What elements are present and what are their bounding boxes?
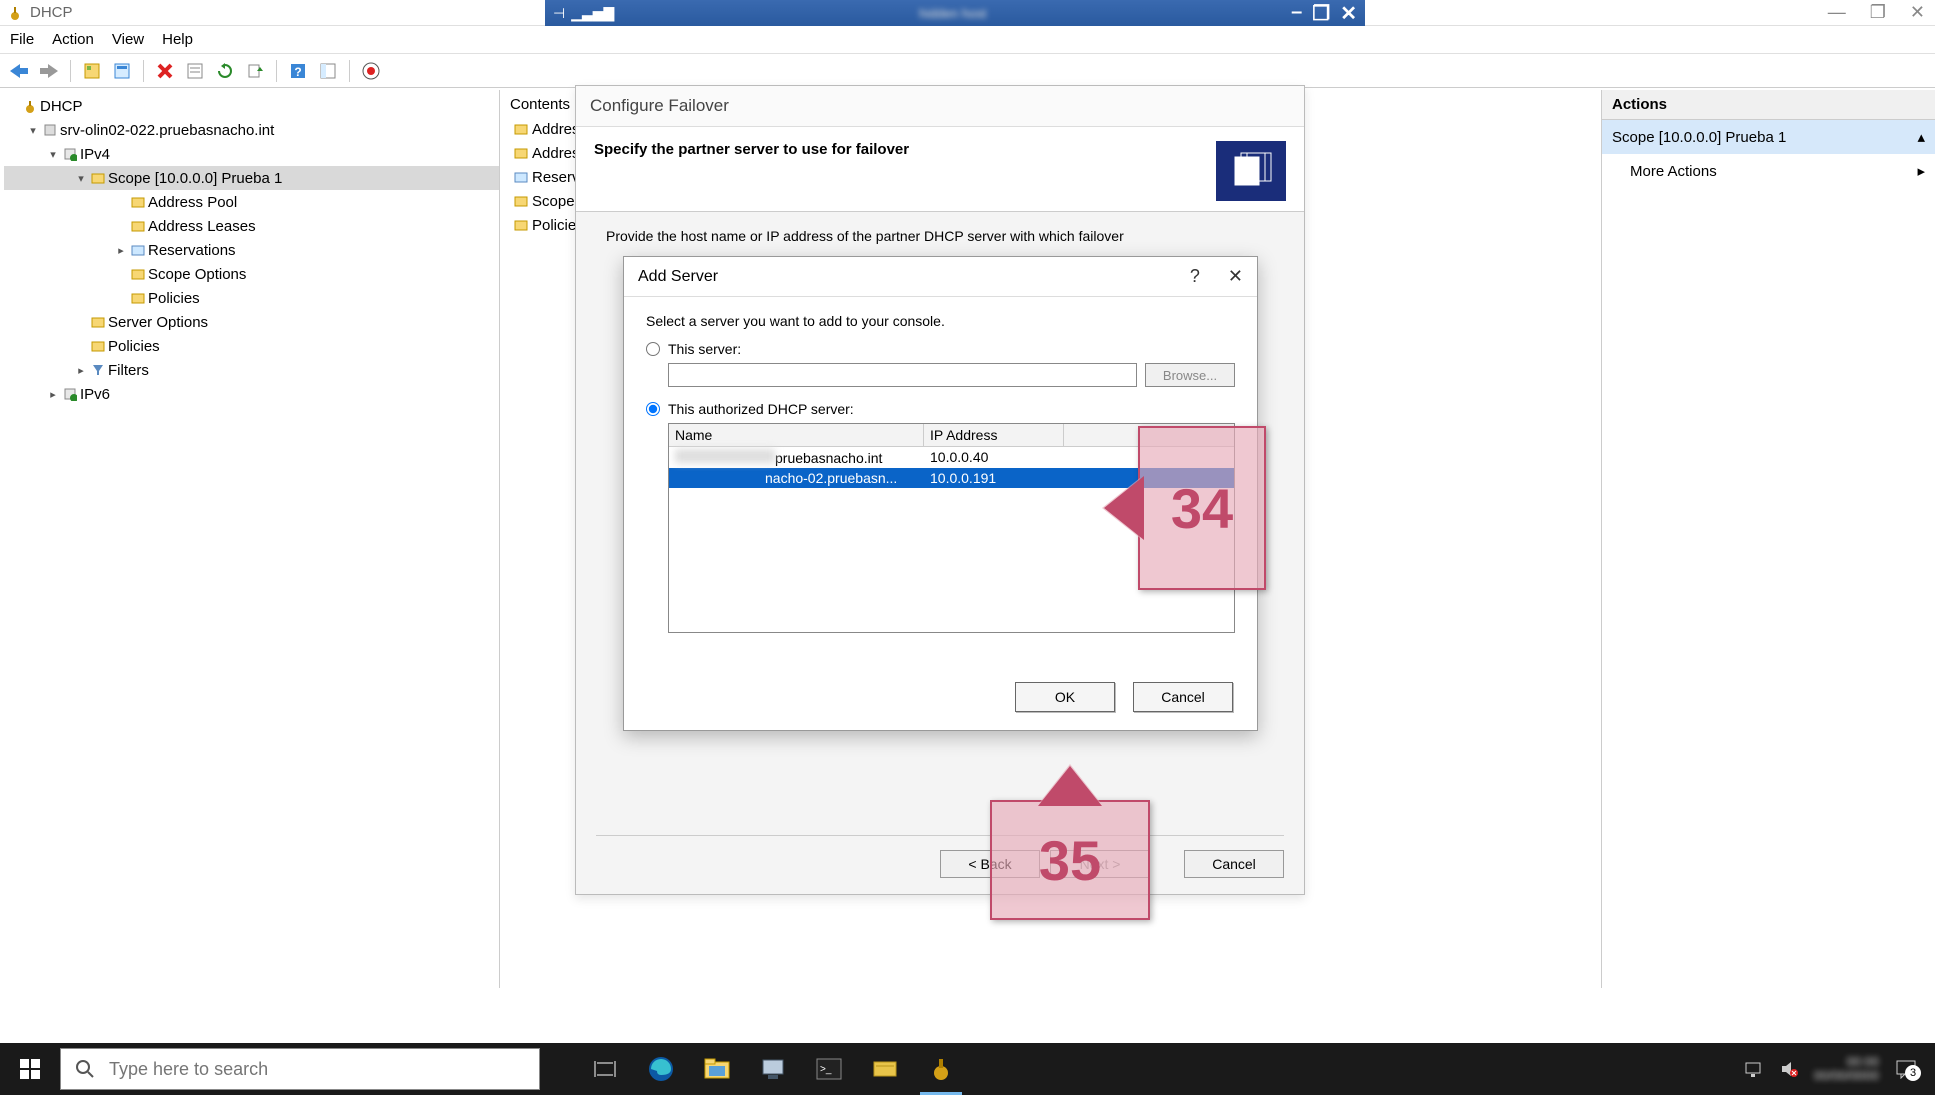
- add-server-prompt: Select a server you want to add to your …: [646, 313, 1235, 329]
- menubar: File Action View Help: [0, 26, 1935, 54]
- actions-header: Actions: [1602, 90, 1935, 120]
- console-tree[interactable]: DHCP ▾srv-olin02-022.pruebasnacho.int ▾I…: [0, 90, 500, 988]
- wizard-instruction: Provide the host name or IP address of t…: [606, 228, 1274, 244]
- tree-reservations[interactable]: ▸Reservations: [4, 238, 499, 262]
- svg-text:>_: >_: [820, 1064, 832, 1075]
- taskbar-search-box[interactable]: [60, 1048, 540, 1090]
- add-server-close-button[interactable]: ✕: [1228, 266, 1243, 287]
- remote-close-button[interactable]: ✕: [1340, 1, 1357, 26]
- expand-icon[interactable]: ▸: [1917, 162, 1925, 180]
- add-server-ok-button[interactable]: OK: [1015, 682, 1115, 712]
- radio-this-server[interactable]: [646, 342, 660, 356]
- wizard-footer: < Back Next > Cancel: [596, 835, 1284, 878]
- wizard-cancel-button[interactable]: Cancel: [1184, 850, 1284, 878]
- tool-properties-button[interactable]: [109, 58, 135, 84]
- tool-refresh-button[interactable]: [212, 58, 238, 84]
- tool-export-button[interactable]: [242, 58, 268, 84]
- tray-clock[interactable]: 00:0000/00/0000: [1814, 1055, 1879, 1084]
- tool-record-button[interactable]: [358, 58, 384, 84]
- actions-pane: Actions Scope [10.0.0.0] Prueba 1 ▴ More…: [1602, 90, 1935, 988]
- nav-forward-button[interactable]: [36, 58, 62, 84]
- menu-help[interactable]: Help: [162, 31, 193, 48]
- dhcp-app-icon: [6, 4, 24, 22]
- radio-authorized-server[interactable]: [646, 402, 660, 416]
- radio-authorized-label: This authorized DHCP server:: [668, 401, 854, 417]
- taskbar[interactable]: >_ 00:0000/00/0000 3: [0, 1043, 1935, 1095]
- tree-scope-policies[interactable]: Policies: [4, 286, 499, 310]
- menu-view[interactable]: View: [112, 31, 144, 48]
- col-ip[interactable]: IP Address: [924, 424, 1064, 446]
- server-manager-icon[interactable]: [748, 1048, 798, 1090]
- notes-icon[interactable]: [860, 1048, 910, 1090]
- menu-action[interactable]: Action: [52, 31, 94, 48]
- tree-scope-options[interactable]: Scope Options: [4, 262, 499, 286]
- wizard-heading: Specify the partner server to use for fa…: [594, 141, 1216, 158]
- tool-list-button[interactable]: [182, 58, 208, 84]
- task-view-button[interactable]: [580, 1048, 630, 1090]
- dhcp-taskbar-icon[interactable]: [916, 1048, 966, 1090]
- tree-scope[interactable]: ▾Scope [10.0.0.0] Prueba 1: [4, 166, 499, 190]
- tree-address-leases[interactable]: Address Leases: [4, 214, 499, 238]
- network-tray-icon[interactable]: [1744, 1060, 1764, 1078]
- taskbar-search-input[interactable]: [109, 1059, 525, 1080]
- tree-server-options[interactable]: Server Options: [4, 310, 499, 334]
- redacted-text: [675, 449, 775, 463]
- tree-server[interactable]: ▾srv-olin02-022.pruebasnacho.int: [4, 118, 499, 142]
- tool-help-button[interactable]: ?: [285, 58, 311, 84]
- tool-show-hide-button[interactable]: [79, 58, 105, 84]
- toolbar: ?: [0, 54, 1935, 88]
- tool-delete-button[interactable]: [152, 58, 178, 84]
- col-name[interactable]: Name: [669, 424, 924, 446]
- outer-window-title: DHCP: [30, 4, 73, 21]
- tree-address-pool[interactable]: Address Pool: [4, 190, 499, 214]
- wizard-icon: [1216, 141, 1286, 201]
- remote-host-name: hidden host: [919, 6, 986, 21]
- outer-maximize-button[interactable]: ❐: [1870, 2, 1886, 23]
- search-icon: [75, 1059, 95, 1079]
- outer-close-button[interactable]: ✕: [1910, 2, 1925, 23]
- tree-ipv4-policies[interactable]: Policies: [4, 334, 499, 358]
- actions-more-row[interactable]: More Actions ▸: [1602, 154, 1935, 188]
- annotation-34: 34: [1138, 426, 1266, 590]
- add-server-help-button[interactable]: ?: [1190, 266, 1200, 287]
- server-name-input[interactable]: [668, 363, 1137, 387]
- start-button[interactable]: [0, 1043, 60, 1095]
- collapse-icon[interactable]: ▴: [1917, 128, 1925, 146]
- tree-ipv4[interactable]: ▾IPv4: [4, 142, 499, 166]
- cmd-icon[interactable]: >_: [804, 1048, 854, 1090]
- tree-ipv6[interactable]: ▸IPv6: [4, 382, 499, 406]
- annotation-35: 35: [990, 800, 1150, 920]
- tree-filters[interactable]: ▸Filters: [4, 358, 499, 382]
- remote-minimize-button[interactable]: –: [1291, 1, 1302, 26]
- tool-pane-button[interactable]: [315, 58, 341, 84]
- wizard-title: Configure Failover: [576, 86, 1304, 127]
- menu-file[interactable]: File: [10, 31, 34, 48]
- remote-restore-button[interactable]: ❐: [1312, 1, 1330, 26]
- browse-button[interactable]: Browse...: [1145, 363, 1235, 387]
- nav-back-button[interactable]: [6, 58, 32, 84]
- system-tray[interactable]: 00:0000/00/0000 3: [1744, 1055, 1935, 1084]
- outer-window-controls: — ❐ ✕: [1828, 2, 1925, 23]
- volume-tray-icon[interactable]: [1780, 1060, 1798, 1078]
- signal-icon: ▁▃▅▇: [571, 5, 614, 22]
- tree-root-dhcp[interactable]: DHCP: [4, 94, 499, 118]
- actions-scope-row[interactable]: Scope [10.0.0.0] Prueba 1 ▴: [1602, 120, 1935, 154]
- add-server-title: Add Server: [638, 268, 718, 286]
- remote-session-titlebar[interactable]: ⊣ ▁▃▅▇ hidden host – ❐ ✕: [545, 0, 1365, 26]
- notification-count: 3: [1905, 1065, 1921, 1081]
- file-explorer-icon[interactable]: [692, 1048, 742, 1090]
- radio-this-server-label: This server:: [668, 341, 741, 357]
- notifications-button[interactable]: 3: [1895, 1059, 1917, 1079]
- add-server-cancel-button[interactable]: Cancel: [1133, 682, 1233, 712]
- svg-text:?: ?: [294, 65, 301, 79]
- edge-icon[interactable]: [636, 1048, 686, 1090]
- pin-icon[interactable]: ⊣: [553, 5, 565, 22]
- outer-minimize-button[interactable]: —: [1828, 2, 1846, 23]
